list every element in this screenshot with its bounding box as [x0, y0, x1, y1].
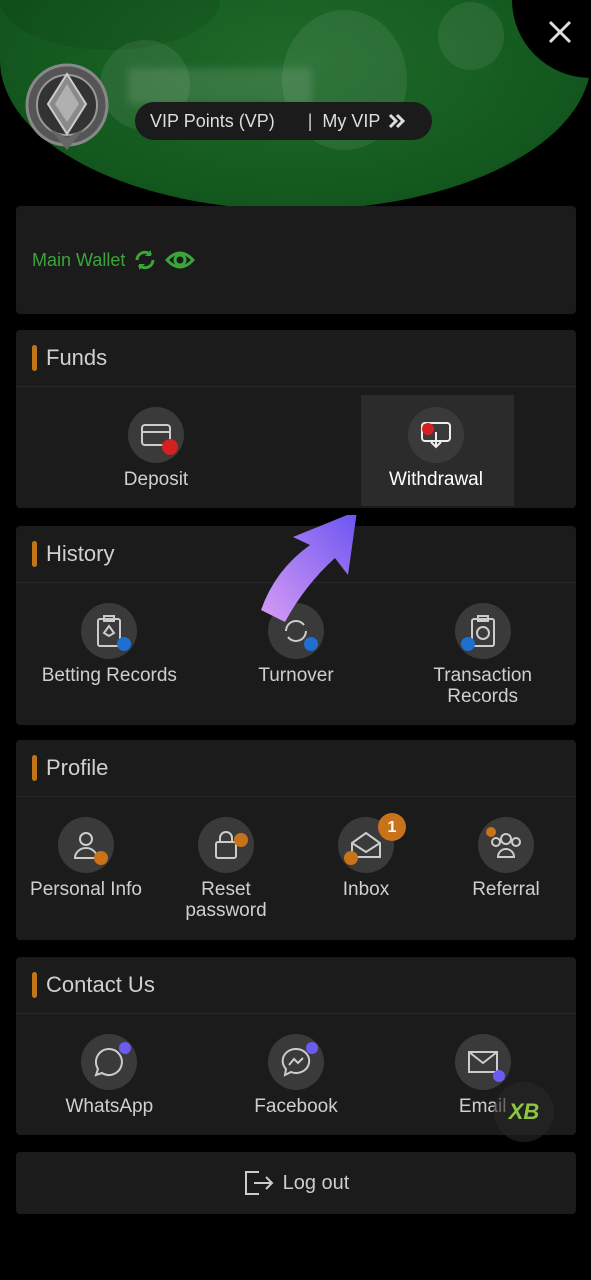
close-icon	[548, 20, 572, 44]
deposit-label: Deposit	[123, 469, 189, 490]
xb-logo-watermark: XB	[494, 1082, 554, 1142]
referral-label: Referral	[472, 879, 540, 900]
inbox-label: Inbox	[342, 879, 390, 900]
whatsapp-label: WhatsApp	[65, 1096, 154, 1117]
reset-password-button[interactable]: Reset password	[156, 797, 296, 921]
clipboard-spade-icon	[81, 603, 138, 659]
profile-card: Profile Personal Info Reset password 1 In…	[16, 740, 576, 940]
vip-pill[interactable]: VIP Points (VP) | My VIP	[135, 102, 432, 140]
card-withdraw-icon	[408, 407, 464, 463]
username-blurred	[128, 68, 312, 104]
whatsapp-icon	[81, 1034, 138, 1090]
separator: |	[307, 110, 313, 131]
withdrawal-button[interactable]: Withdrawal	[296, 387, 576, 506]
contact-title: Contact Us	[46, 972, 155, 997]
eye-icon[interactable]	[165, 248, 196, 272]
reset-password-label: Reset password	[185, 879, 267, 921]
inbox-unread-badge: 1	[378, 813, 406, 841]
history-title: History	[46, 541, 115, 566]
user-icon	[58, 817, 114, 873]
pointer-arrow-annotation	[261, 515, 357, 622]
transaction-records-button[interactable]: Transaction Records	[389, 583, 576, 707]
personal-info-label: Personal Info	[30, 879, 142, 900]
double-chevron-right-icon	[389, 113, 406, 129]
group-icon	[478, 817, 534, 873]
withdrawal-label: Withdrawal	[389, 469, 483, 490]
funds-title: Funds	[46, 345, 108, 370]
clipboard-dollar-icon	[454, 603, 511, 659]
main-wallet-card: Main Wallet	[16, 206, 576, 314]
logout-label: Log out	[282, 1171, 350, 1194]
messenger-icon	[268, 1034, 324, 1090]
deposit-button[interactable]: Deposit	[16, 387, 296, 490]
contact-card: Contact Us WhatsApp Facebook Email	[16, 957, 576, 1135]
my-vip-link[interactable]: My VIP	[322, 111, 380, 132]
email-icon	[454, 1034, 511, 1090]
envelope-icon: 1	[338, 813, 406, 873]
main-wallet-label: Main Wallet	[32, 249, 126, 270]
profile-title: Profile	[46, 755, 109, 780]
inbox-button[interactable]: 1 Inbox	[296, 797, 436, 921]
transaction-records-label: Transaction Records	[433, 665, 532, 707]
vip-badge-avatar	[24, 62, 110, 152]
logout-button[interactable]: Log out	[16, 1152, 576, 1214]
card-icon	[128, 407, 184, 463]
personal-info-button[interactable]: Personal Info	[16, 797, 156, 921]
vip-points-link[interactable]: VIP Points (VP)	[150, 111, 275, 132]
betting-records-label: Betting Records	[41, 665, 177, 686]
lock-icon	[198, 817, 254, 873]
logout-icon	[244, 1171, 274, 1195]
whatsapp-button[interactable]: WhatsApp	[16, 1014, 203, 1117]
facebook-label: Facebook	[254, 1096, 338, 1117]
referral-button[interactable]: Referral	[436, 797, 576, 921]
betting-records-button[interactable]: Betting Records	[16, 583, 203, 707]
refresh-icon[interactable]	[133, 248, 157, 272]
funds-card: Funds Deposit Withdrawal	[16, 330, 576, 508]
turnover-label: Turnover	[258, 665, 334, 686]
facebook-button[interactable]: Facebook	[203, 1014, 390, 1117]
